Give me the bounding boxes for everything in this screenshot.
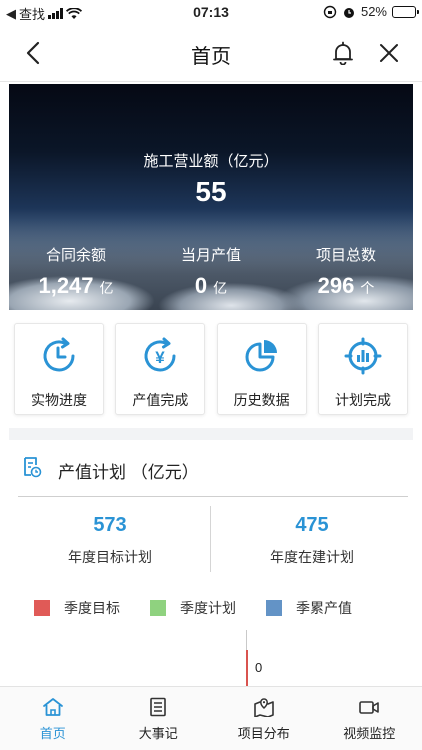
pie-chart-icon	[245, 340, 277, 372]
stat-contract-balance: 合同余额 1,247 亿	[9, 244, 143, 299]
card-plan-completion[interactable]: 计划完成	[317, 323, 408, 415]
plan-value: 475	[295, 514, 329, 536]
legend-item-quarter-target[interactable]: 季度目标	[34, 598, 120, 618]
close-icon	[380, 44, 398, 62]
plan-annual-construction[interactable]: 475 年度在建计划	[211, 514, 413, 567]
tab-project-map[interactable]: 项目分布	[211, 687, 317, 750]
stat-monthly-output: 当月产值 0亿	[144, 244, 278, 299]
tab-label: 大事记	[138, 726, 178, 741]
chart-data-label: 0	[255, 660, 263, 675]
status-bar: ◀ 查找 07:13 52%	[0, 0, 422, 24]
function-cards: 实物进度 ¥ 产值完成 历史数据 计划完成	[14, 323, 408, 415]
tab-events[interactable]: 大事记	[106, 687, 212, 750]
legend-swatch	[34, 600, 50, 616]
plan-label: 年度目标计划	[68, 549, 152, 565]
navigation-bar: 首页	[0, 24, 422, 82]
tab-label: 首页	[39, 726, 66, 741]
card-label: 历史数据	[233, 392, 290, 408]
clock-progress-icon	[43, 337, 75, 372]
video-camera-icon	[359, 701, 380, 714]
card-history-data[interactable]: 历史数据	[216, 323, 307, 415]
stat-value: 1,247	[38, 273, 94, 298]
yuan-refresh-icon: ¥	[144, 337, 176, 372]
home-icon	[42, 698, 63, 716]
legend-swatch	[266, 600, 282, 616]
map-icon	[253, 698, 274, 717]
document-clock-icon	[24, 457, 42, 478]
tab-label: 视频监控	[343, 726, 396, 741]
plan-annual-target[interactable]: 573 年度目标计划	[9, 514, 211, 567]
card-output-completion[interactable]: ¥ 产值完成	[115, 323, 206, 415]
card-label: 实物进度	[31, 392, 87, 408]
legend-item-quarter-cumulative[interactable]: 季累产值	[266, 598, 352, 618]
banner-value: 55	[195, 176, 227, 207]
section-title: 产值计划 （亿元）	[58, 463, 199, 482]
alarm-icon	[343, 7, 354, 18]
legend-label: 季度目标	[64, 600, 120, 616]
tab-video-monitor[interactable]: 视频监控	[317, 687, 422, 750]
card-label: 计划完成	[334, 392, 391, 408]
stat-unit: 亿	[99, 280, 114, 296]
section-spacer	[9, 428, 413, 440]
rotation-lock-icon	[323, 5, 337, 18]
stat-label: 合同余额	[45, 247, 106, 264]
legend-swatch	[150, 600, 166, 616]
list-icon	[150, 697, 167, 717]
stat-project-total: 项目总数 296 个	[279, 244, 413, 299]
status-right: 52%	[323, 4, 419, 19]
legend-label: 季累产值	[296, 600, 352, 616]
card-physical-progress[interactable]: 实物进度	[14, 323, 104, 415]
battery-percent: 52%	[360, 4, 387, 19]
plan-label: 年度在建计划	[270, 549, 354, 565]
legend-label: 季度计划	[180, 600, 236, 616]
plan-summary: 573 年度目标计划 475 年度在建计划	[9, 506, 413, 576]
legend-item-quarter-plan[interactable]: 季度计划	[150, 598, 236, 618]
section-divider	[18, 496, 408, 497]
notification-button[interactable]	[328, 38, 358, 68]
stat-unit: 个	[360, 280, 375, 296]
page-title: 首页	[191, 46, 231, 68]
output-plan-header: 产值计划 （亿元）	[0, 440, 422, 496]
stat-unit: 亿	[213, 280, 228, 296]
card-label: 产值完成	[132, 392, 189, 408]
battery-icon	[392, 5, 419, 18]
plan-value: 573	[93, 514, 127, 536]
tab-label: 项目分布	[237, 726, 290, 741]
tab-home[interactable]: 首页	[0, 687, 106, 750]
target-bars-icon	[344, 337, 382, 375]
bell-icon	[333, 41, 353, 65]
stat-label: 当月产值	[180, 247, 241, 264]
chart-bar-quarter-target	[246, 650, 248, 686]
bottom-tab-bar: 首页 大事记 项目分布 视频监控	[0, 686, 422, 750]
banner-label: 施工营业额（亿元）	[143, 153, 279, 170]
close-button[interactable]	[374, 38, 404, 68]
stat-label: 项目总数	[315, 247, 376, 264]
svg-text:¥: ¥	[156, 348, 166, 367]
stat-value: 0	[194, 273, 208, 298]
stat-value: 296	[317, 273, 355, 298]
chart-legend: 季度目标 季度计划 季累产值	[34, 598, 382, 618]
revenue-banner: 施工营业额（亿元） 55 合同余额 1,247 亿 当月产值 0亿 项目总数 29…	[9, 84, 413, 310]
